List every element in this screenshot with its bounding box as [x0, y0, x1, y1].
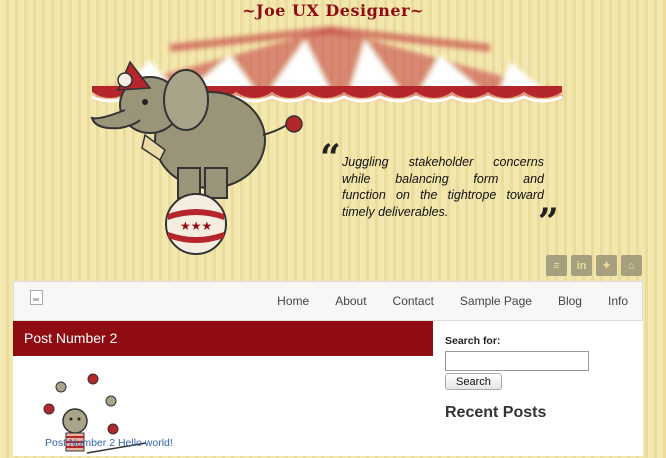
search-button[interactable]: Search: [445, 373, 502, 390]
nav-item-contact[interactable]: Contact: [393, 294, 434, 308]
nav-item-blog[interactable]: Blog: [558, 294, 582, 308]
nav-menu: Home About Contact Sample Page Blog Info: [277, 282, 628, 320]
recent-post-link[interactable]: Post Number 2 Hello world!: [45, 437, 173, 449]
search-input[interactable]: [445, 351, 589, 371]
search-label: Search for:: [445, 335, 501, 347]
post-title[interactable]: Post Number 2: [13, 321, 433, 356]
nav-item-about[interactable]: About: [335, 294, 366, 308]
tagline-line: while balancing form and: [342, 171, 544, 186]
tagline-line: function on the tightrope toward: [342, 188, 544, 202]
broken-image-icon[interactable]: [30, 290, 43, 305]
tagline-line: timely deliverables.: [342, 204, 449, 219]
main-navbar: Home About Contact Sample Page Blog Info: [13, 281, 643, 321]
site-tagline: Juggling stakeholder concerns while bala…: [342, 154, 544, 220]
recent-posts-heading: Recent Posts: [445, 404, 547, 421]
main-content: Post Number 2 Search for: Search Recent …: [13, 321, 643, 456]
twitter-icon[interactable]: ✦: [596, 255, 617, 276]
svg-text:★★★: ★★★: [180, 219, 212, 233]
tagline-line: Juggling stakeholder concerns: [342, 155, 544, 169]
social-links: ≡ in ✦ ⌂: [546, 255, 642, 276]
nav-item-home[interactable]: Home: [277, 294, 309, 308]
stackoverflow-icon[interactable]: ≡: [546, 255, 567, 276]
circus-tent-illustration: ★★★: [90, 25, 563, 255]
quote-close-mark: ”: [538, 201, 559, 243]
quote-open-mark: “: [320, 137, 341, 179]
github-icon[interactable]: ⌂: [621, 255, 642, 276]
linkedin-icon[interactable]: in: [571, 255, 592, 276]
nav-item-info[interactable]: Info: [608, 294, 628, 308]
nav-item-sample-page[interactable]: Sample Page: [460, 294, 532, 308]
sidebar: Search for: Search Recent Posts: [445, 335, 635, 422]
